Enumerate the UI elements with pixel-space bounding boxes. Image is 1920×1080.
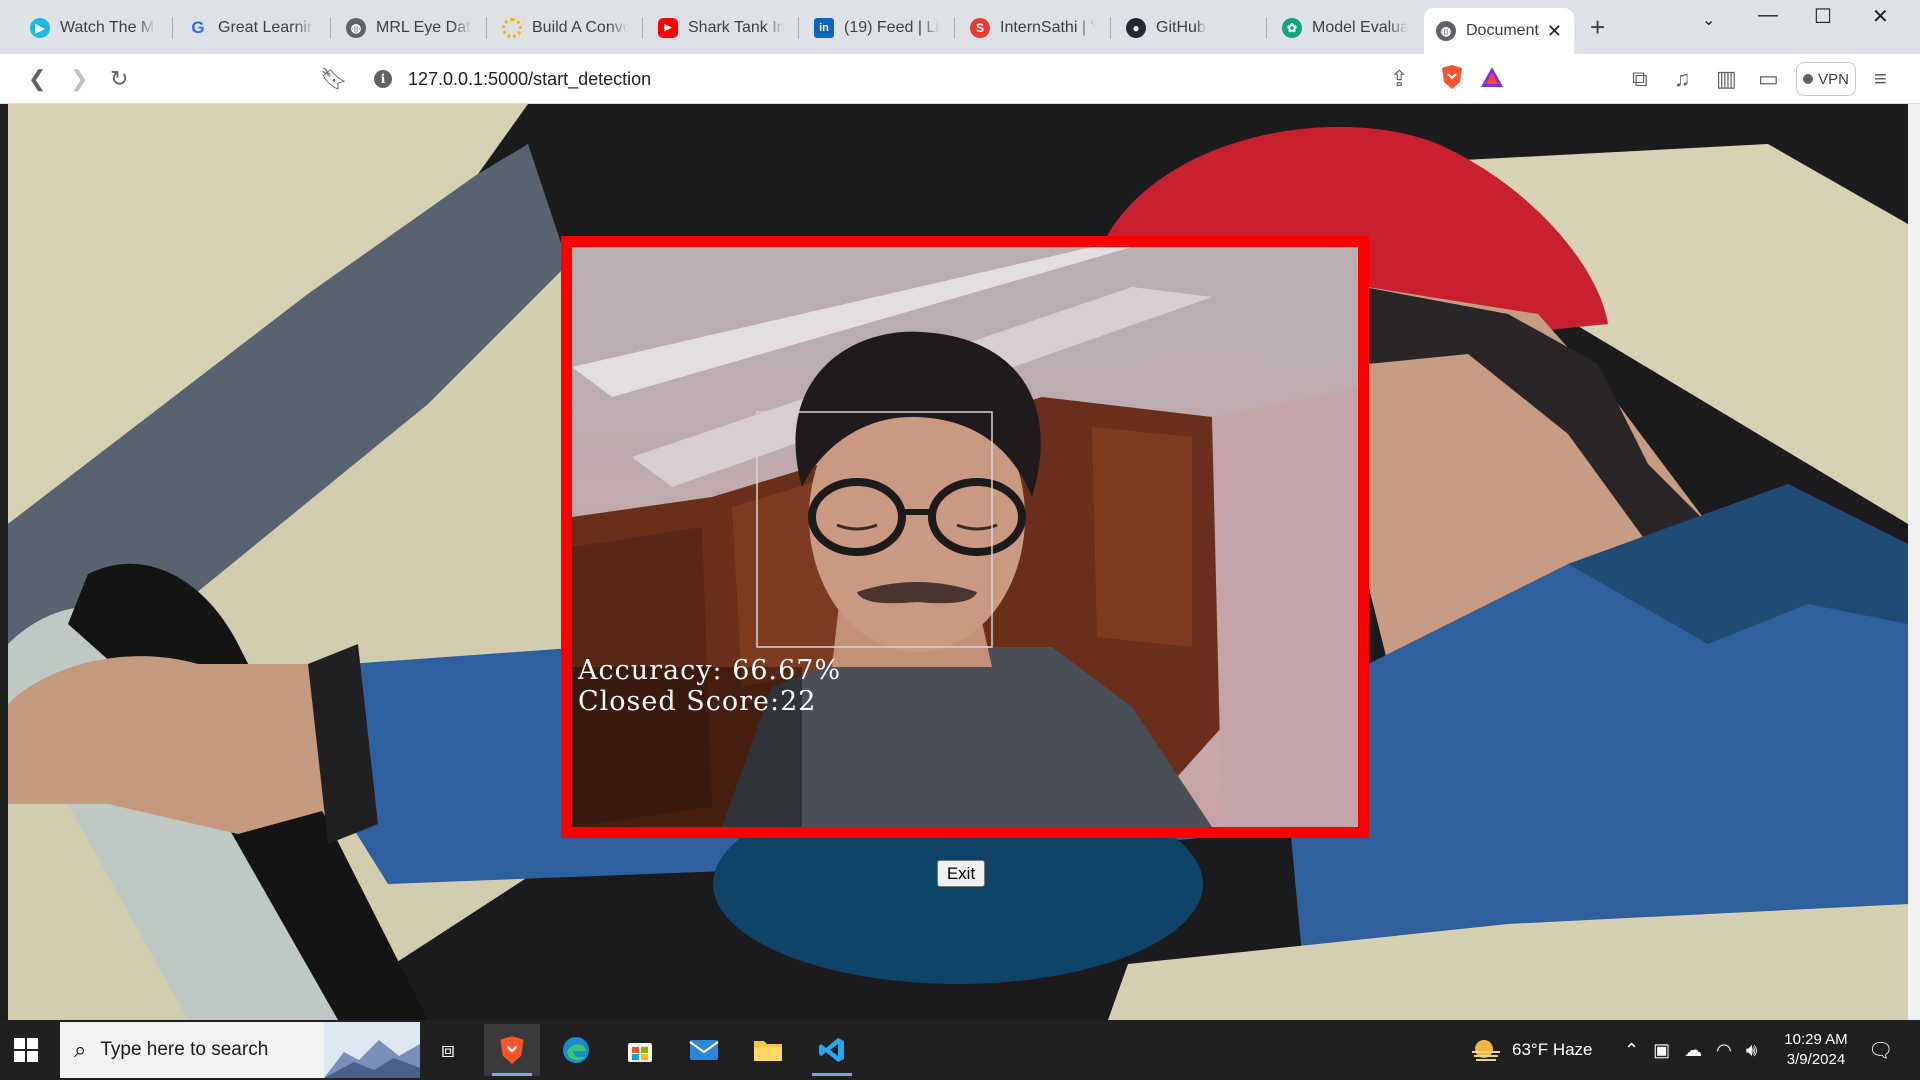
scrollbar[interactable] [1908,104,1920,1020]
bookmark-icon[interactable]: 🔖︎ [320,66,348,92]
internsathi-icon: S [970,17,990,38]
taskbar-edge[interactable] [548,1024,604,1076]
tab-internsathi[interactable]: S InternSathi | Yo [958,8,1108,47]
tab-search-chevron-icon[interactable]: ⌄ [1702,10,1715,30]
taskbar-mail[interactable] [676,1024,732,1076]
notifications-icon[interactable]: 🗨︎ [1868,1020,1893,1080]
windows-taskbar: ⌕ Type here to search ⧈ 63°F Haze ⌃ ▣ ☁ … [0,1020,1920,1080]
page-content: Accuracy: 66.67% Closed Score:22 Exit [8,104,1908,1020]
store-icon [628,1043,652,1062]
folder-icon [754,1041,782,1061]
youtube-icon: ▶ [658,17,678,38]
taskbar-store[interactable] [612,1024,668,1076]
taskbar-brave[interactable] [484,1024,540,1076]
taskbar-vscode[interactable] [804,1024,860,1076]
play-icon: ▶ [30,17,50,38]
brave-shields-icon[interactable] [1440,64,1464,96]
webcam-detection-frame: Accuracy: 66.67% Closed Score:22 [561,236,1369,838]
taskbar-search-box[interactable]: ⌕ Type here to search [60,1022,420,1078]
loader-icon [502,17,522,38]
tab-great-learning[interactable]: G Great Learning [176,8,326,47]
taskbar-clock[interactable]: 10:29 AM 3/9/2024 [1756,1030,1876,1070]
closed-score-readout: Closed Score:22 [578,686,817,717]
site-info-icon[interactable]: i [374,70,392,88]
chevron-up-icon[interactable]: ⌃ [1624,1040,1639,1061]
vpn-status-icon [1803,74,1814,84]
meet-now-icon[interactable]: ▣ [1653,1040,1670,1061]
reload-icon[interactable]: ↻ [110,66,128,92]
tab-shark-tank[interactable]: ▶ Shark Tank Indi [646,8,796,47]
onedrive-cloud-icon[interactable]: ☁ [1684,1040,1702,1061]
exit-button[interactable]: Exit [937,860,985,887]
github-icon: ● [1126,17,1146,38]
new-tab-button[interactable]: + [1590,12,1605,43]
forward-icon[interactable]: ❯ [70,66,88,92]
tab-document[interactable]: ◍ Document ✕ [1424,8,1574,54]
tab-watch[interactable]: ▶ Watch The Mat [18,8,168,47]
tab-model-eval[interactable]: ✿ Model Evaluati [1270,8,1420,47]
vpn-button[interactable]: VPN [1796,62,1856,96]
maximize-button[interactable]: ☐ [1814,4,1832,29]
tab-github[interactable]: ● GitHub [1114,8,1264,47]
wallet-icon[interactable]: ▭ [1758,66,1779,92]
address-bar[interactable]: i 127.0.0.1:5000/start_detection [358,60,1513,98]
menu-icon[interactable]: ≡ [1874,66,1887,92]
globe-icon: ◍ [346,17,366,38]
browser-toolbar: ❮ ❯ ↻ 🔖︎ i 127.0.0.1:5000/start_detectio… [0,54,1920,104]
taskbar-file-explorer[interactable] [740,1024,796,1076]
mail-icon [689,1040,719,1060]
system-tray: ⌃ ▣ ☁ ◠ 🔊︎ [1624,1020,1757,1080]
browser-tab-bar: ▶ Watch The Mat G Great Learning ◍ MRL E… [0,0,1920,54]
weather-widget[interactable]: 63°F Haze [1470,1020,1593,1080]
search-icon: ⌕ [74,1037,87,1062]
url-text[interactable]: 127.0.0.1:5000/start_detection [408,69,651,90]
tab-linkedin[interactable]: in (19) Feed | Link [802,8,952,47]
vscode-icon [819,1038,844,1062]
brave-icon [500,1036,524,1064]
g-icon: G [191,17,205,37]
edge-icon [563,1037,589,1063]
network-icon[interactable]: ◠ [1716,1040,1732,1061]
back-icon[interactable]: ❮ [28,66,46,92]
share-icon[interactable]: ⇪ [1390,66,1408,92]
tab-mrl-eye[interactable]: ◍ MRL Eye Datas [334,8,484,47]
openai-icon: ✿ [1282,17,1302,38]
extensions-icon[interactable]: ⧉ [1632,66,1648,92]
close-window-button[interactable]: ✕ [1872,4,1889,29]
linkedin-icon: in [814,17,834,38]
media-icon[interactable]: ♫ [1674,66,1691,92]
accuracy-readout: Accuracy: 66.67% [578,655,842,686]
minimize-button[interactable]: — [1758,4,1778,27]
close-tab-icon[interactable]: ✕ [1539,21,1562,42]
weather-haze-icon [1472,1040,1500,1061]
webcam-feed-image [572,247,1358,827]
task-view-icon[interactable]: ⧈ [420,1024,476,1076]
globe-icon: ◍ [1436,21,1456,41]
brave-rewards-icon[interactable] [1480,66,1504,94]
tab-build-convol[interactable]: Build A Convol [490,8,640,47]
sidebar-icon[interactable]: ▥ [1716,66,1737,92]
search-highlight-icon [324,1022,420,1078]
start-button[interactable] [14,1038,38,1062]
